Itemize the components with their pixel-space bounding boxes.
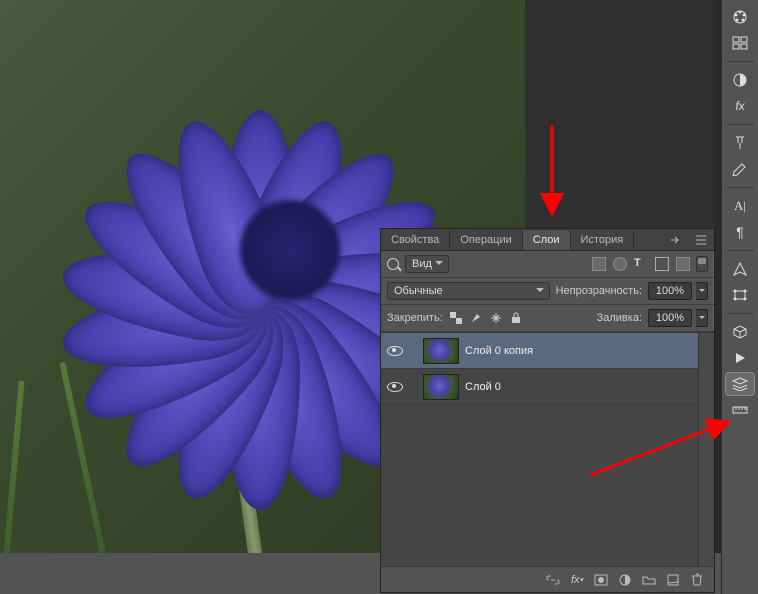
layers-panel: Свойства Операции Слои История Вид T Обы… <box>380 228 715 593</box>
group-icon[interactable] <box>642 573 656 587</box>
lock-position-icon[interactable] <box>489 311 503 325</box>
paragraph-icon[interactable]: ¶ <box>726 221 754 243</box>
filter-toggle[interactable] <box>696 256 708 272</box>
cube-icon[interactable] <box>726 321 754 343</box>
layer-row[interactable]: Слой 0 <box>381 369 698 405</box>
adjustments-icon[interactable] <box>726 69 754 91</box>
layer-mask-icon[interactable] <box>594 573 608 587</box>
delete-layer-icon[interactable] <box>690 573 704 587</box>
play-icon[interactable] <box>726 347 754 369</box>
lock-row: Закрепить: Заливка: 100% <box>381 305 714 332</box>
filter-kind-label: Вид <box>412 258 432 270</box>
layer-name[interactable]: Слой 0 <box>465 381 501 393</box>
transform-icon[interactable] <box>726 284 754 306</box>
filter-shape-icon[interactable] <box>655 257 669 271</box>
adjustment-layer-icon[interactable] <box>618 573 632 587</box>
layer-name[interactable]: Слой 0 копия <box>465 345 533 357</box>
tab-layers[interactable]: Слои <box>523 231 571 250</box>
opacity-stepper[interactable] <box>696 282 708 300</box>
color-swatch-icon[interactable] <box>726 6 754 28</box>
lock-all-icon[interactable] <box>509 311 523 325</box>
layers-list[interactable]: Слой 0 копия Слой 0 <box>381 332 714 566</box>
tab-properties[interactable]: Свойства <box>381 231 450 249</box>
layer-thumbnail[interactable] <box>423 374 459 400</box>
layer-row[interactable]: Слой 0 копия <box>381 333 698 369</box>
layer-thumbnail[interactable] <box>423 338 459 364</box>
visibility-toggle[interactable] <box>387 343 403 359</box>
panel-tabs: Свойства Операции Слои История <box>381 229 714 251</box>
lock-label: Закрепить: <box>387 312 443 324</box>
blend-mode-select[interactable]: Обычные <box>387 282 550 300</box>
swatches-icon[interactable] <box>726 32 754 54</box>
layer-style-icon[interactable]: fx▾ <box>570 573 584 587</box>
blend-row: Обычные Непрозрачность: 100% <box>381 278 714 305</box>
panel-collapse-icon[interactable] <box>666 231 684 249</box>
tab-actions[interactable]: Операции <box>450 231 522 249</box>
layer-filter-row: Вид T <box>381 251 714 278</box>
filter-type-icon[interactable]: T <box>634 257 648 271</box>
filter-pixel-icon[interactable] <box>592 257 606 271</box>
opacity-label: Непрозрачность: <box>556 285 642 297</box>
fill-value: 100% <box>656 312 684 324</box>
layers-footer: fx▾ <box>381 566 714 592</box>
lock-pixels-icon[interactable] <box>469 311 483 325</box>
panel-menu-icon[interactable] <box>692 231 710 249</box>
blend-mode-value: Обычные <box>394 285 443 297</box>
new-layer-icon[interactable] <box>666 573 680 587</box>
brush-icon[interactable] <box>726 158 754 180</box>
layers-icon[interactable] <box>726 373 754 395</box>
right-toolbar: fx A| ¶ <box>721 0 758 594</box>
visibility-toggle[interactable] <box>387 379 403 395</box>
measure-icon[interactable] <box>726 399 754 421</box>
character-icon[interactable]: A| <box>726 195 754 217</box>
opacity-field[interactable]: 100% <box>648 282 692 300</box>
filter-smart-icon[interactable] <box>676 257 690 271</box>
fill-stepper[interactable] <box>696 309 708 327</box>
tab-history[interactable]: История <box>571 231 635 249</box>
link-layers-icon[interactable] <box>546 573 560 587</box>
search-icon <box>387 258 399 270</box>
filter-kind-select[interactable]: Вид <box>405 255 449 273</box>
brush-preset-icon[interactable] <box>726 132 754 154</box>
lock-transparent-icon[interactable] <box>449 311 463 325</box>
filter-adjustment-icon[interactable] <box>613 257 627 271</box>
opacity-value: 100% <box>656 285 684 297</box>
fill-label: Заливка: <box>597 312 642 324</box>
styles-icon[interactable]: fx <box>726 95 754 117</box>
panel-scrollbar[interactable] <box>698 333 714 566</box>
navigator-icon[interactable] <box>726 258 754 280</box>
fill-field[interactable]: 100% <box>648 309 692 327</box>
